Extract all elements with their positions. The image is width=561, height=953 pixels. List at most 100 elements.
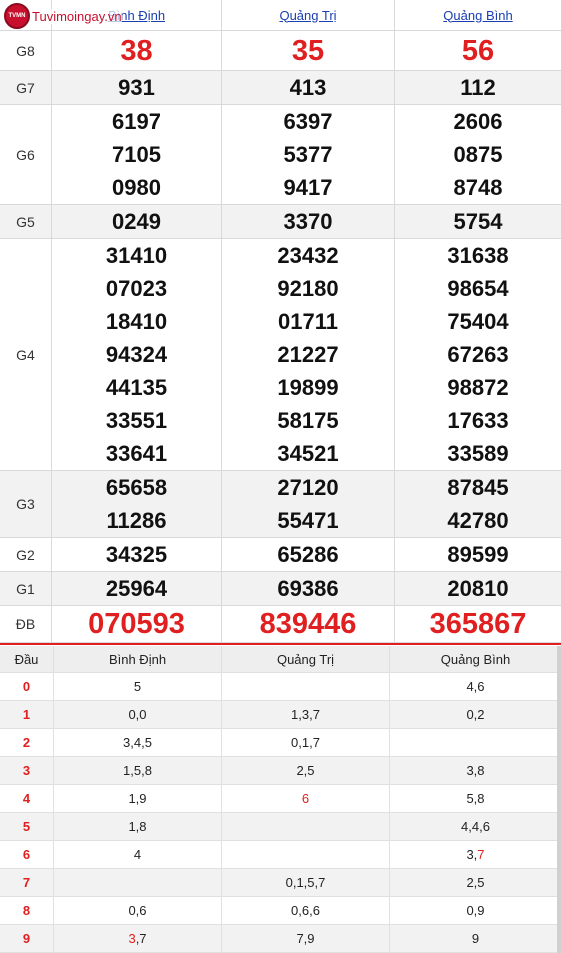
site-logo[interactable]: TVMN Tuvimoingay.vn (4, 3, 122, 29)
prize-row-đb: ĐB 070593 839446 365867 (0, 606, 561, 643)
loto-cell: 0,0 (54, 701, 222, 728)
prize-number: 34521 (277, 441, 339, 466)
logo-text: Tuvimoingay.vn (32, 8, 122, 24)
loto-row: 7 0,1,5,7 2,5 (0, 869, 561, 897)
loto-row: 6 4 3, 7 (0, 841, 561, 869)
loto-cell (390, 729, 561, 756)
prize-number: 6397 (283, 109, 333, 134)
prize-number: 365867 (429, 608, 527, 640)
prize-number: 31410 (105, 243, 168, 268)
loto-tail-digits: 3 (128, 931, 136, 946)
loto-cell: 6 (222, 785, 390, 812)
prize-number: 34325 (105, 542, 168, 567)
loto-head-digit: 4 (0, 785, 54, 812)
prize-cell: 2606 0875 8748 (395, 105, 561, 204)
loto-row: 9 3,7 7,9 9 (0, 925, 561, 953)
prize-cell: 31410 07023 18410 94324 44135 33551 33641 (52, 239, 222, 470)
loto-cell (222, 813, 390, 840)
loto-tail-digits: 1,9 (128, 791, 147, 806)
loto-cell: 7,9 (222, 925, 390, 952)
loto-cell: 1,9 (54, 785, 222, 812)
prize-number: 92180 (277, 276, 339, 301)
prize-number: 5377 (283, 142, 333, 167)
loto-cell: 3,7 (54, 925, 222, 952)
loto-cell: 4,6 (390, 673, 561, 700)
prize-cell: 65658 11286 (52, 471, 222, 537)
loto-row: 0 5 4,6 (0, 673, 561, 701)
prize-number: 67263 (447, 342, 509, 367)
loto-tail-digits: 0,6 (128, 903, 147, 918)
prize-number: 01711 (278, 309, 338, 334)
prize-number: 0249 (112, 209, 161, 234)
prize-number: 55471 (277, 508, 339, 533)
prize-row-g8: G8 38 35 56 (0, 31, 561, 71)
prize-label: ĐB (0, 606, 52, 642)
prize-number: 07023 (105, 276, 168, 301)
province-link-quang-binh[interactable]: Quảng Bình (395, 0, 561, 30)
prize-number: 19899 (277, 375, 339, 400)
prize-label: G6 (0, 105, 52, 204)
prize-row-g7: G7 931 413 112 (0, 71, 561, 105)
loto-tail-digits: 1,5,8 (123, 763, 152, 778)
prize-cell: 20810 (395, 572, 561, 605)
prize-label: G4 (0, 239, 52, 470)
loto-tail-digits: 0,6,6 (291, 903, 320, 918)
province-link-quang-tri[interactable]: Quảng Trị (222, 0, 395, 30)
scrollbar[interactable] (557, 646, 561, 953)
prize-cell: 38 (52, 31, 222, 70)
prize-number: 27120 (277, 475, 339, 500)
prize-cell: 3370 (222, 205, 395, 238)
prize-cell: 6397 5377 9417 (222, 105, 395, 204)
loto-cell: 5,8 (390, 785, 561, 812)
prize-number: 87845 (447, 475, 509, 500)
prize-number: 44135 (105, 375, 168, 400)
loto-cell: 0,1,5,7 (222, 869, 390, 896)
prize-cell: 070593 (52, 606, 222, 642)
prize-number: 65658 (105, 475, 168, 500)
loto-header-row: Đầu Bình Định Quảng Trị Quảng Bình (0, 646, 561, 673)
loto-tail-digits: 2,5 (296, 763, 315, 778)
prize-number: 21227 (277, 342, 339, 367)
loto-tail-digits: 5,8 (466, 791, 485, 806)
loto-cell: 5 (54, 673, 222, 700)
loto-tail-digits: 7,9 (296, 931, 315, 946)
prize-label: G7 (0, 71, 52, 104)
prize-number: 69386 (277, 576, 339, 601)
loto-tail-digits: ,7 (135, 931, 147, 946)
prize-number: 0875 (453, 142, 503, 167)
prize-number: 3370 (283, 209, 333, 234)
loto-head-digit: 2 (0, 729, 54, 756)
loto-head-digit: 7 (0, 869, 54, 896)
loto-tail-digits: 4,6 (466, 679, 485, 694)
prize-number: 20810 (447, 576, 509, 601)
loto-tail-digits: 0,2 (466, 707, 485, 722)
loto-row: 2 3,4,5 0,1,7 (0, 729, 561, 757)
prize-number: 413 (289, 75, 327, 100)
prize-row-g3: G3 65658 11286 27120 55471 87845 42780 (0, 471, 561, 538)
prize-row-g2: G2 34325 65286 89599 (0, 538, 561, 572)
results-table: Bình Định Quảng Trị Quảng Bình G8 38 35 56 G… (0, 0, 561, 643)
prize-number: 23432 (277, 243, 339, 268)
prize-label: G1 (0, 572, 52, 605)
loto-tail-digits: 7 (477, 847, 485, 862)
prize-cell: 69386 (222, 572, 395, 605)
loto-tail-digits: 0,9 (466, 903, 485, 918)
loto-cell (54, 869, 222, 896)
prize-cell: 6197 7105 0980 (52, 105, 222, 204)
loto-header-quang-tri: Quảng Trị (222, 646, 390, 672)
loto-head-digit: 1 (0, 701, 54, 728)
prize-number: 33641 (105, 441, 168, 466)
prize-cell: 0249 (52, 205, 222, 238)
prize-row-g4: G4 31410 07023 18410 94324 44135 33551 33641 234… (0, 239, 561, 471)
loto-cell: 1,8 (54, 813, 222, 840)
loto-tail-digits: 4 (133, 847, 142, 862)
prize-number: 17633 (447, 408, 509, 433)
prize-number: 75404 (447, 309, 509, 334)
prize-number: 98654 (447, 276, 509, 301)
prize-number: 35 (291, 34, 325, 67)
prize-number: 89599 (447, 542, 509, 567)
loto-cell: 4,4,6 (390, 813, 561, 840)
prize-cell: 5754 (395, 205, 561, 238)
prize-number: 931 (118, 75, 155, 100)
loto-cell: 0,6,6 (222, 897, 390, 924)
